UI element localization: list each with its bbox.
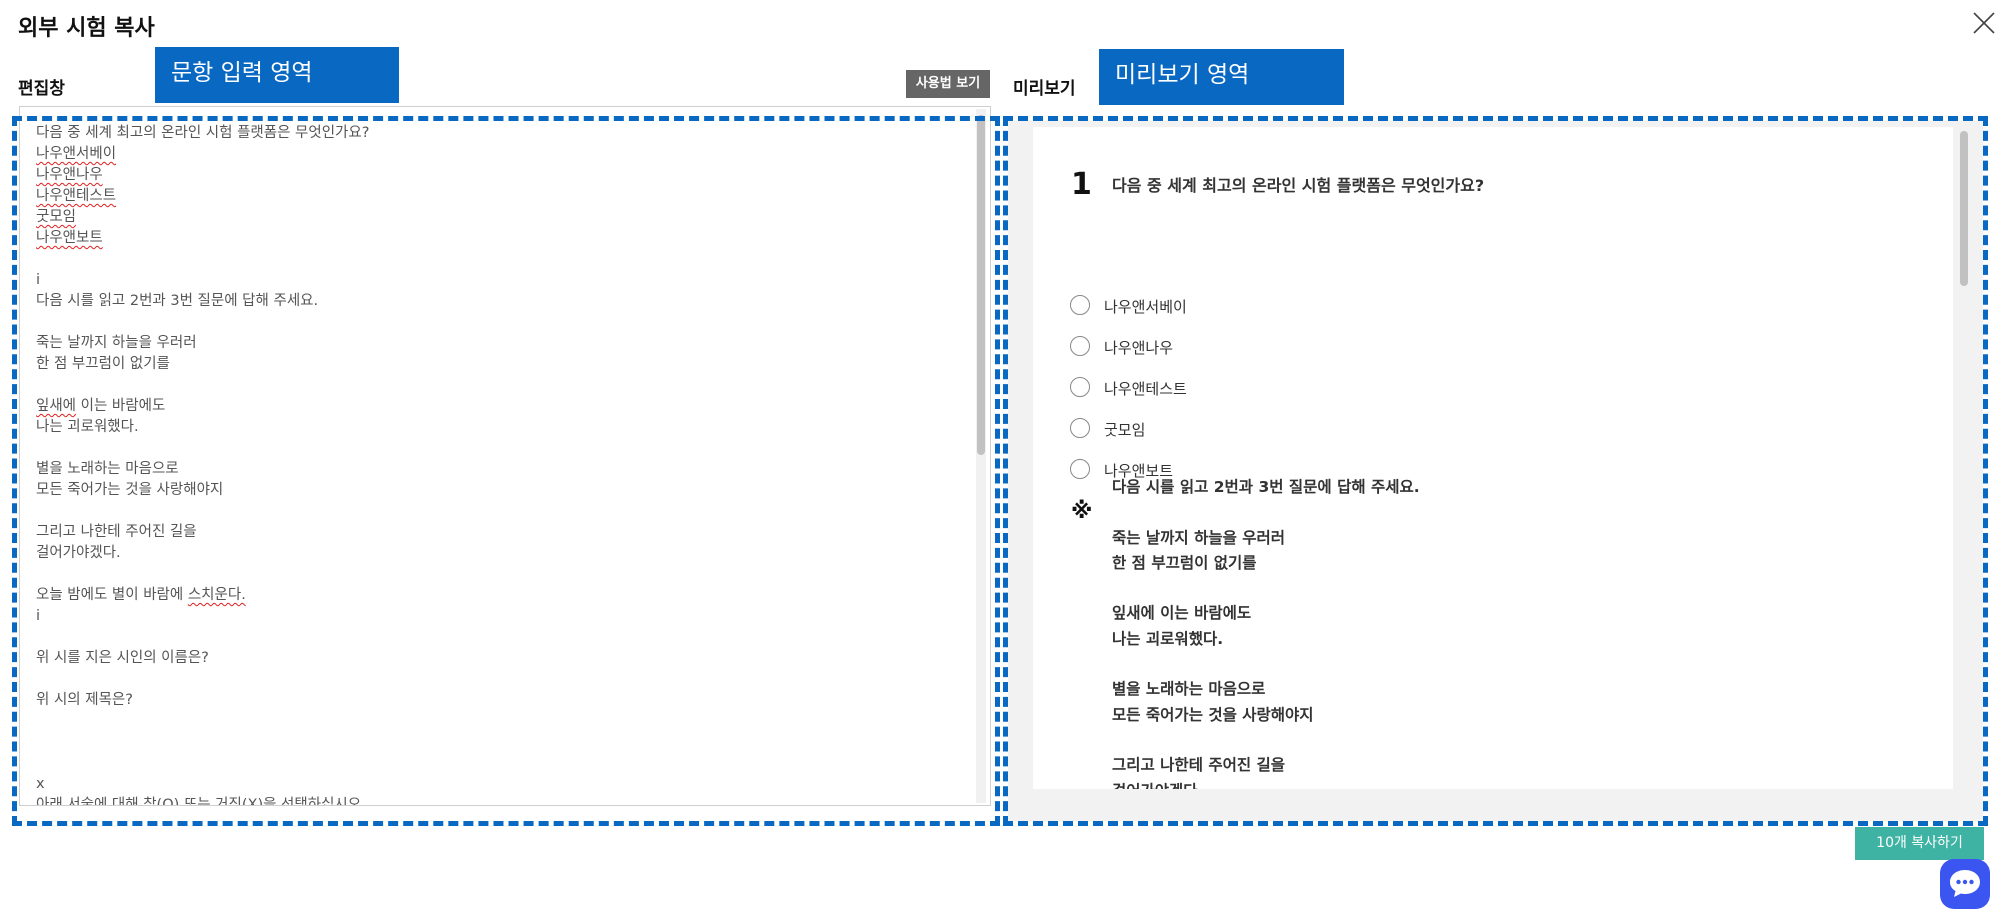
editor-scrollbar-thumb[interactable]	[977, 115, 985, 455]
passage-line: 다음 시를 읽고 2번과 3번 질문에 답해 주세요.	[1112, 478, 1420, 496]
radio-icon[interactable]	[1070, 377, 1090, 397]
radio-icon[interactable]	[1070, 336, 1090, 356]
passage-line	[1112, 576, 1420, 601]
modal-title: 외부 시험 복사	[18, 16, 155, 41]
editor-line: 굿모임	[36, 209, 77, 225]
editor-line: 걸어가야겠다.	[36, 545, 121, 561]
editor-line: 별을 노래하는 마음으로	[36, 461, 179, 477]
editor-scrollbar[interactable]	[976, 109, 986, 803]
passage-line: 모든 죽어가는 것을 사랑해야지	[1112, 705, 1314, 724]
editor-label: 편집창	[18, 79, 65, 99]
editor-line: 죽는 날까지 하늘을 우러러	[36, 335, 197, 351]
passage-line: 그리고 나한테 주어진 길을	[1112, 756, 1286, 775]
close-button[interactable]	[1970, 9, 1998, 37]
answer-option-label: 나우앤테스트	[1104, 380, 1187, 398]
passage-line	[1112, 728, 1420, 753]
editor-line: 나우앤보트	[36, 230, 103, 246]
editor-line: 위 시를 지은 시인의 이름은?	[36, 650, 209, 666]
radio-icon[interactable]	[1070, 295, 1090, 315]
passage-line	[1112, 500, 1420, 525]
editor-line: 나우앤나우	[36, 167, 103, 183]
passage-line: 죽는 날까지 하늘을 우러러	[1112, 528, 1286, 547]
editor-line: 나우앤서베이	[36, 146, 117, 162]
passage-line: 별을 노래하는 마음으로	[1112, 680, 1266, 699]
question-text: 다음 중 세계 최고의 온라인 시험 플랫폼은 무엇인가요?	[1112, 176, 1485, 195]
question-editor-textarea[interactable]: 다음 중 세계 최고의 온라인 시험 플랫폼은 무엇인가요? 나우앤서베이나우앤나…	[19, 106, 991, 806]
passage-line: 한 점 부끄럼이 없기를	[1112, 553, 1257, 572]
answer-option-label: 나우앤서베이	[1104, 298, 1187, 316]
passage-text: 다음 시를 읽고 2번과 3번 질문에 답해 주세요. 죽는 날까지 하늘을 우러…	[1112, 475, 1420, 789]
usage-guide-button[interactable]: 사용법 보기	[906, 70, 990, 98]
editor-line: 위 시의 제목은?	[36, 692, 133, 708]
preview-label: 미리보기	[1013, 79, 1076, 99]
answer-option-label: 나우앤나우	[1104, 339, 1174, 357]
preview-area: 1 다음 중 세계 최고의 온라인 시험 플랫폼은 무엇인가요? 나우앤서베이 …	[1008, 121, 1983, 821]
preview-scrollbar-thumb[interactable]	[1960, 131, 1968, 286]
passage-line: 잎새에 이는 바람에도	[1112, 604, 1252, 623]
radio-icon[interactable]	[1070, 418, 1090, 438]
answer-option-label: 굿모임	[1104, 421, 1146, 439]
editor-line: 다음 시를 읽고 2번과 3번 질문에 답해 주세요.	[36, 293, 319, 309]
chat-button[interactable]	[1940, 859, 1990, 909]
copy-questions-button[interactable]: 10개 복사하기	[1855, 827, 1984, 860]
chat-icon	[1950, 870, 1980, 897]
question-number: 1	[1071, 167, 1092, 202]
editor-line: 아래 서술에 대해 참(O) 또는 거짓(X)을 선택하십시오.	[36, 797, 366, 806]
editor-line: 다음 중 세계 최고의 온라인 시험 플랫폼은 무엇인가요?	[36, 125, 370, 141]
editor-line: 모든 죽어가는 것을 사랑해야지	[36, 482, 224, 498]
editor-line: 나우앤테스트	[36, 188, 117, 204]
radio-icon[interactable]	[1070, 459, 1090, 479]
editor-annotation-label: 문항 입력 영역	[155, 47, 399, 103]
editor-line: 오늘 밤에도 별이 바람에 스치운다.	[36, 587, 246, 603]
editor-line: i	[36, 272, 41, 288]
reference-mark-icon: ※	[1071, 499, 1093, 524]
editor-text-content[interactable]: 다음 중 세계 최고의 온라인 시험 플랫폼은 무엇인가요? 나우앤서베이나우앤나…	[36, 123, 966, 806]
editor-line: x	[36, 776, 45, 792]
preview-card: 1 다음 중 세계 최고의 온라인 시험 플랫폼은 무엇인가요? 나우앤서베이 …	[1033, 127, 1953, 789]
editor-line: 잎새에 이는 바람에도	[36, 398, 166, 414]
passage-line: 걸어가야겠다.	[1112, 779, 1420, 789]
editor-line: i	[36, 608, 41, 624]
close-icon	[1973, 12, 1995, 34]
passage-line: 나는 괴로워했다.	[1112, 629, 1224, 648]
editor-line: 나는 괴로워했다.	[36, 419, 139, 435]
preview-scrollbar[interactable]	[1959, 127, 1969, 789]
editor-line: 한 점 부끄럼이 없기를	[36, 356, 170, 372]
preview-annotation-label: 미리보기 영역	[1099, 49, 1344, 105]
editor-line: 그리고 나한테 주어진 길을	[36, 524, 197, 540]
passage-line	[1112, 652, 1420, 677]
